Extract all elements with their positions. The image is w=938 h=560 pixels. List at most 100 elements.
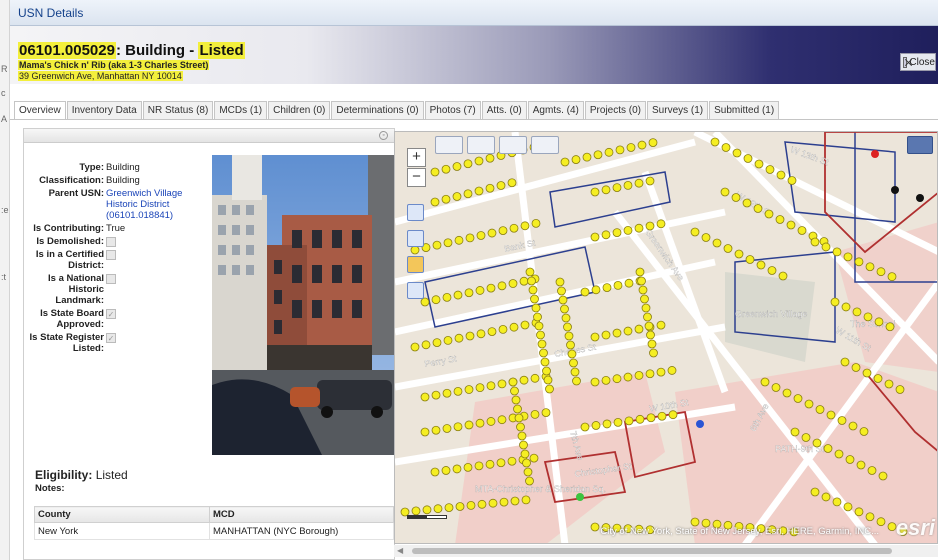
map-marker[interactable] [527,276,536,286]
map-marker[interactable] [710,137,720,147]
map-marker[interactable] [452,464,462,474]
map-marker[interactable] [430,197,440,207]
map-marker[interactable] [511,395,521,405]
map-marker[interactable] [488,498,498,508]
map-marker-green[interactable] [576,493,584,501]
map-marker[interactable] [731,193,741,202]
map-marker[interactable] [623,372,633,382]
map-canvas[interactable]: Bank St W 12th St W 11th St Perry St Cha… [395,132,938,544]
map-marker[interactable] [498,226,508,236]
map-marker[interactable] [626,143,636,152]
map-marker[interactable] [656,219,666,229]
map-marker[interactable] [520,320,530,330]
tab-surveys[interactable]: Surveys (1) [647,101,709,119]
select-icon[interactable] [407,230,424,247]
layers-icon[interactable] [907,136,933,154]
map-marker[interactable] [441,194,451,204]
map-marker[interactable] [591,285,601,295]
map-marker[interactable] [778,271,788,281]
map-marker[interactable] [507,178,517,188]
map-marker[interactable] [590,522,600,532]
map-marker[interactable] [520,221,530,231]
map-marker[interactable] [566,340,575,350]
map-marker[interactable] [590,377,600,387]
map-marker[interactable] [851,363,861,372]
map-view[interactable]: Bank St W 12th St W 11th St Perry St Cha… [394,131,938,544]
map-marker[interactable] [895,385,905,394]
map-marker[interactable] [420,427,430,437]
zoom-in-icon[interactable]: + [407,148,426,167]
map-marker[interactable] [878,471,888,481]
map-marker[interactable] [852,307,862,317]
map-marker[interactable] [810,487,820,497]
map-marker[interactable] [519,276,529,286]
map-marker[interactable] [723,244,733,253]
map-marker[interactable] [859,427,869,436]
map-marker[interactable] [843,502,853,512]
map-marker[interactable] [558,295,568,305]
map-marker[interactable] [767,266,777,275]
map-marker[interactable] [463,462,473,472]
map-marker[interactable] [641,303,651,313]
map-marker[interactable] [522,458,531,468]
map-marker[interactable] [508,377,518,387]
map-marker[interactable] [464,420,474,430]
map-marker[interactable] [656,320,666,330]
map-marker[interactable] [570,367,580,377]
map-marker[interactable] [624,278,634,288]
map-marker[interactable] [531,218,541,228]
map-marker[interactable] [582,152,592,162]
map-marker[interactable] [615,145,625,155]
map-marker[interactable] [486,381,496,391]
map-marker[interactable] [810,237,820,247]
map-marker[interactable] [590,232,600,242]
map-marker[interactable] [475,286,485,295]
map-marker[interactable] [635,267,645,277]
map-marker[interactable] [591,421,601,430]
map-marker[interactable] [612,228,622,237]
tab-atts[interactable]: Atts. (0) [481,101,527,119]
zoom-out-icon[interactable]: − [407,168,426,187]
map-marker[interactable] [638,285,648,295]
map-marker[interactable] [721,143,731,152]
map-marker[interactable] [885,322,895,332]
map-marker[interactable] [497,281,507,291]
map-marker[interactable] [887,272,897,282]
map-marker[interactable] [452,192,462,201]
map-marker[interactable] [485,183,495,193]
map-marker[interactable] [433,504,443,514]
map-horizontal-scrollbar[interactable]: ◀ [394,545,938,557]
map-marker[interactable] [476,329,486,339]
map-marker[interactable] [646,413,656,423]
map-marker[interactable] [534,321,544,331]
map-marker[interactable] [474,156,484,166]
map-marker[interactable] [531,303,541,313]
map-marker[interactable] [821,492,831,502]
map-marker[interactable] [801,433,811,442]
map-marker[interactable] [645,369,655,379]
map-marker[interactable] [601,185,611,195]
globe-icon[interactable] [499,136,527,154]
map-marker[interactable] [452,162,462,171]
map-marker[interactable] [520,449,530,459]
map-marker-red[interactable] [871,150,879,158]
map-marker[interactable] [854,257,864,267]
map-marker[interactable] [867,466,877,475]
map-marker[interactable] [514,413,524,423]
map-marker[interactable] [474,186,484,196]
map-marker[interactable] [474,461,484,471]
tab-nr-status[interactable]: NR Status (8) [142,101,214,119]
map-marker[interactable] [647,339,657,349]
map-marker[interactable] [786,220,796,230]
map-marker[interactable] [873,374,883,383]
map-marker[interactable] [667,366,677,375]
map-marker[interactable] [453,290,463,300]
map-marker[interactable] [517,431,527,441]
map-marker[interactable] [441,466,451,475]
map-marker[interactable] [635,414,645,424]
map-marker[interactable] [874,317,884,327]
map-marker[interactable] [422,505,432,515]
map-marker[interactable] [753,204,763,213]
map-marker[interactable] [884,379,894,389]
map-marker[interactable] [420,297,430,307]
